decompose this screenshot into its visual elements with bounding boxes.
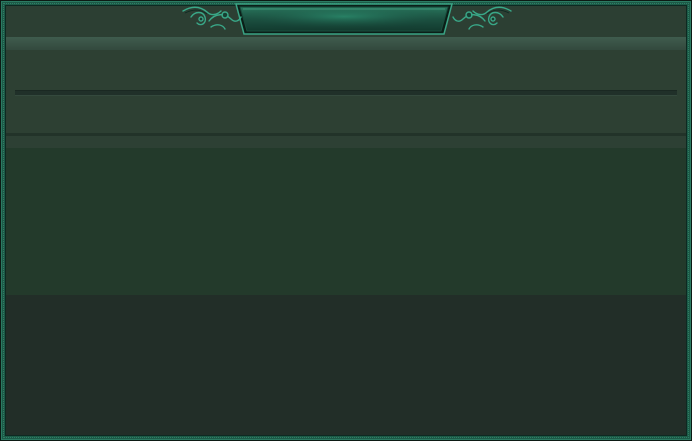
scroll-ornament-icon xyxy=(182,6,242,30)
window-panel xyxy=(6,6,686,435)
title-plate xyxy=(235,3,453,35)
upper-content-area xyxy=(6,50,686,146)
scroll-ornament-icon xyxy=(452,6,512,30)
bottom-content-area xyxy=(6,295,686,435)
middle-content-area xyxy=(6,148,686,295)
lower-band xyxy=(6,136,686,148)
game-window-frame xyxy=(0,0,692,441)
header-band xyxy=(6,37,686,50)
upper-divider xyxy=(15,90,677,96)
